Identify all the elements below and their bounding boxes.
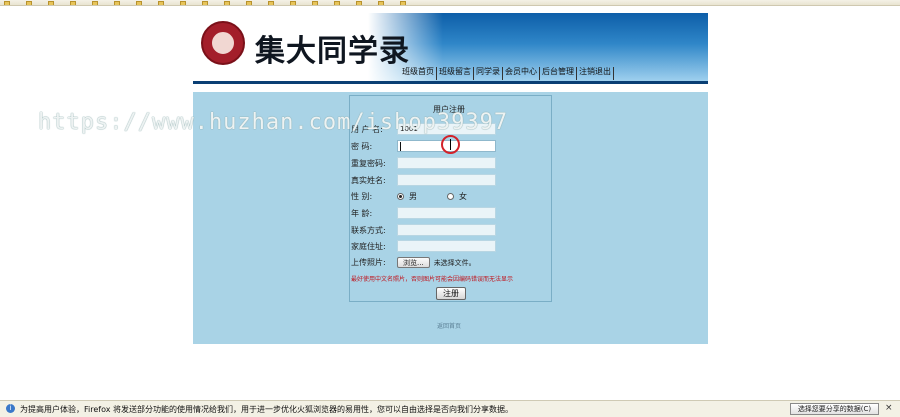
- watermark-text: https://www.huzhan.com/ishop39397: [38, 110, 509, 135]
- folder-icon: [290, 0, 296, 5]
- bookmark-item[interactable]: [180, 0, 188, 5]
- gender-label: 性 别:: [351, 192, 373, 201]
- bookmark-item[interactable]: [356, 0, 364, 5]
- confirm-password-input[interactable]: [397, 157, 496, 169]
- age-label: 年 龄:: [351, 208, 373, 218]
- bookmark-item[interactable]: [48, 0, 56, 5]
- bookmark-item[interactable]: [378, 0, 386, 5]
- nav-admin[interactable]: 后台管理: [540, 67, 577, 80]
- row-photo: 上传照片: 浏览... 未选择文件。: [351, 257, 476, 268]
- folder-icon: [378, 0, 384, 5]
- back-home-link[interactable]: 返回首页: [437, 321, 461, 330]
- nav-class-home[interactable]: 班级首页: [400, 67, 437, 80]
- folder-icon: [224, 0, 230, 5]
- row-real-name: 真实姓名:: [351, 174, 496, 186]
- logo-emblem: [210, 30, 236, 56]
- folder-icon: [70, 0, 76, 5]
- folder-icon: [400, 0, 406, 5]
- folder-icon: [136, 0, 142, 5]
- photo-hint: 最好使用中文名照片，否则图片可能会因编码错误而无法显示: [351, 276, 514, 283]
- folder-icon: [114, 0, 120, 5]
- folder-icon: [334, 0, 340, 5]
- bookmark-item[interactable]: [400, 0, 408, 5]
- folder-icon: [48, 0, 54, 5]
- real-name-label: 真实姓名:: [351, 175, 386, 185]
- folder-icon: [158, 0, 164, 5]
- confirm-password-label: 重复密码:: [351, 158, 386, 168]
- bookmark-item[interactable]: [26, 0, 34, 5]
- text-caret: [400, 141, 401, 151]
- folder-icon: [356, 0, 362, 5]
- gender-male-radio[interactable]: [397, 193, 404, 200]
- real-name-input[interactable]: [397, 174, 496, 186]
- bookmark-item[interactable]: [158, 0, 166, 5]
- register-button[interactable]: 注册: [436, 287, 466, 300]
- folder-icon: [26, 0, 32, 5]
- nav-member-center[interactable]: 会员中心: [503, 67, 540, 80]
- gender-female-label: 女: [459, 192, 467, 201]
- banner-divider: [193, 81, 708, 84]
- address-label: 家庭住址:: [351, 241, 386, 251]
- row-address: 家庭住址:: [351, 240, 496, 252]
- main-nav: 班级首页 班级留言 同学录 会员中心 后台管理 注销退出: [193, 67, 708, 80]
- age-input[interactable]: [397, 207, 496, 219]
- bookmark-item[interactable]: [268, 0, 276, 5]
- folder-icon: [246, 0, 252, 5]
- gender-female-radio[interactable]: [447, 193, 454, 200]
- bookmark-item[interactable]: [312, 0, 320, 5]
- bookmark-item[interactable]: [70, 0, 78, 5]
- folder-icon: [180, 0, 186, 5]
- browse-button[interactable]: 浏览...: [397, 257, 430, 268]
- folder-icon: [4, 0, 10, 5]
- folder-icon: [202, 0, 208, 5]
- bookmark-item[interactable]: [4, 0, 12, 5]
- nav-logout[interactable]: 注销退出: [577, 67, 614, 80]
- bookmark-item[interactable]: [334, 0, 342, 5]
- firefox-notification-bar: i 为提高用户体验，Firefox 将发送部分功能的使用情况给我们，用于进一步优…: [0, 400, 900, 417]
- ibeam-cursor-icon: [450, 139, 451, 150]
- nav-classmates[interactable]: 同学录: [474, 67, 503, 80]
- bookmark-item[interactable]: [114, 0, 122, 5]
- address-input[interactable]: [397, 240, 496, 252]
- bookmarks-toolbar: [0, 0, 900, 6]
- university-logo: [201, 21, 245, 65]
- site-title: 集大同学录: [255, 34, 410, 69]
- photo-label: 上传照片:: [351, 258, 386, 267]
- contact-label: 联系方式:: [351, 225, 386, 235]
- folder-icon: [312, 0, 318, 5]
- row-gender: 性 别: 男 女: [351, 191, 467, 202]
- file-status: 未选择文件。: [433, 258, 476, 267]
- row-age: 年 龄:: [351, 207, 496, 219]
- password-label: 密 码:: [351, 141, 373, 151]
- bookmark-item[interactable]: [202, 0, 210, 5]
- row-confirm-password: 重复密码:: [351, 157, 496, 169]
- bookmark-item[interactable]: [290, 0, 298, 5]
- notification-text: 为提高用户体验，Firefox 将发送部分功能的使用情况给我们，用于进一步优化火…: [20, 405, 514, 414]
- contact-input[interactable]: [397, 224, 496, 236]
- bookmark-item[interactable]: [136, 0, 144, 5]
- nav-class-messages[interactable]: 班级留言: [437, 67, 474, 80]
- share-data-button[interactable]: 选择您要分享的数据(C): [790, 403, 879, 415]
- bookmark-item[interactable]: [224, 0, 232, 5]
- folder-icon: [92, 0, 98, 5]
- row-contact: 联系方式:: [351, 224, 496, 236]
- gender-male-label: 男: [409, 192, 417, 201]
- bookmark-item[interactable]: [246, 0, 254, 5]
- row-password: 密 码:: [351, 140, 496, 152]
- close-icon[interactable]: ×: [885, 403, 893, 413]
- folder-icon: [268, 0, 274, 5]
- info-icon: i: [6, 404, 15, 413]
- bookmark-item[interactable]: [92, 0, 100, 5]
